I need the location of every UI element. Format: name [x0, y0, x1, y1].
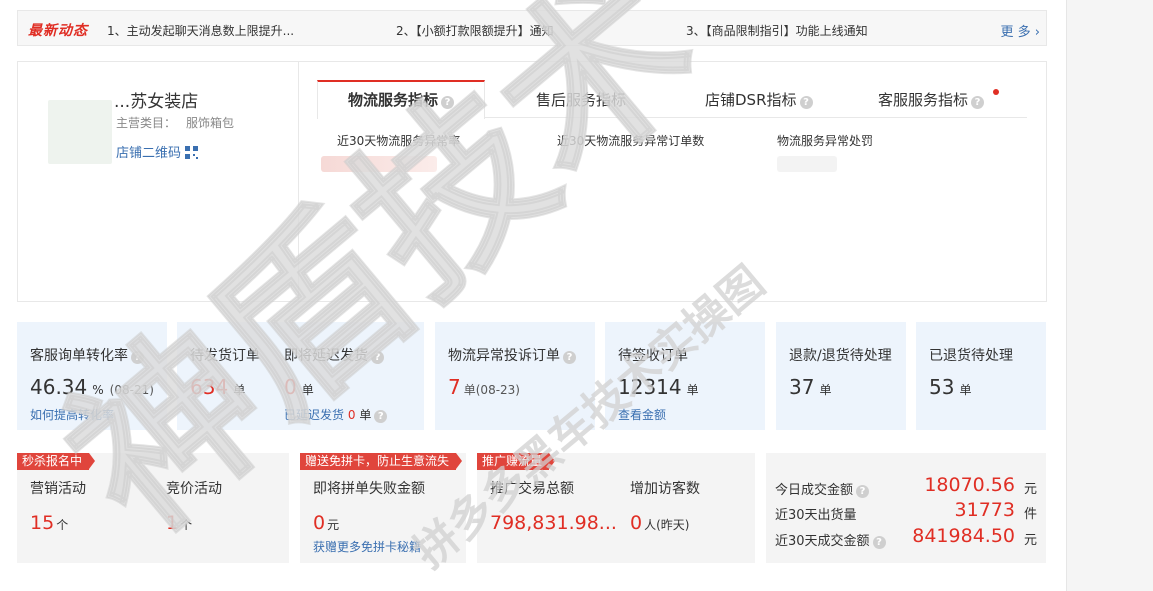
returned-value[interactable]: 53 单: [929, 375, 971, 399]
news-item-3[interactable]: 3、【商品限制指引】功能上线通知: [686, 22, 868, 39]
conversion-value: 46.34% (08-21): [30, 375, 154, 399]
refund-value[interactable]: 37 单: [789, 375, 831, 399]
help-icon[interactable]: ?: [371, 351, 384, 364]
card-summary: 今日成交金额? 18070.56 元 近30天出货量 31773 件 近30天成交金额?…: [766, 453, 1046, 563]
view-amount-link[interactable]: 查看金额: [618, 406, 666, 423]
visitors-label: 增加访客数: [630, 481, 700, 497]
to-sign-value[interactable]: 12314 单: [618, 375, 699, 399]
card-group-fail: 赠送免拼卡，防止生意流失 即将拼单失败金额 0元 获赠更多免拼卡秘籍: [300, 453, 466, 563]
promo-gmv-label: 推广交易总额: [490, 481, 574, 497]
tab-aftersale[interactable]: 售后服务指标: [536, 80, 626, 118]
card-title: 物流异常投诉订单?: [448, 345, 576, 365]
free-card-tips-link[interactable]: 获赠更多免拼卡秘籍: [313, 538, 421, 555]
visitors-value[interactable]: 0 人(昨天): [630, 512, 689, 534]
tab-customer-service[interactable]: 客服服务指标?: [878, 80, 985, 118]
marketing-value[interactable]: 15 个: [30, 512, 68, 534]
metric-penalty: 物流服务异常处罚: [777, 134, 874, 148]
group-fail-value[interactable]: 0元: [313, 512, 339, 534]
group-fail-label: 即将拼单失败金额: [313, 481, 425, 497]
delay-ship-value[interactable]: 0单: [284, 375, 314, 399]
bidding-value[interactable]: 1个: [166, 512, 192, 534]
news-item-1[interactable]: 1、主动发起聊天消息数上限提升...: [107, 22, 294, 39]
card-title[interactable]: 即将延迟发货?: [284, 345, 384, 365]
promo-ribbon[interactable]: 推广赚流量: [477, 453, 556, 470]
card-title: 退款/退货待处理: [789, 348, 892, 364]
help-icon[interactable]: ?: [131, 351, 144, 364]
complaint-value[interactable]: 7 单(08-23): [448, 375, 520, 399]
improve-conversion-link[interactable]: 如何提高转化率: [30, 406, 114, 423]
today-gmv-row: 今日成交金额? 18070.56 元: [775, 474, 1037, 498]
card-title: 已退货待处理: [929, 348, 1013, 364]
category-label: 主营类目：: [116, 116, 177, 130]
metric-value-blurred: [777, 156, 837, 172]
marketing-label: 营销活动: [30, 481, 86, 497]
tab-dsr-label: 店铺DSR指标: [705, 91, 797, 109]
delayed-ship-link[interactable]: 已延迟发货 0 单?: [284, 406, 388, 423]
card-complaint: 物流异常投诉订单? 7 单(08-23): [435, 322, 595, 430]
tab-dsr[interactable]: 店铺DSR指标?: [705, 80, 813, 118]
help-icon[interactable]: ?: [799, 96, 813, 109]
news-badge: 最新动态: [28, 23, 88, 39]
indicator-tabs: 物流服务指标? 售后服务指标 店铺DSR指标? 客服服务指标?: [317, 80, 1027, 119]
help-icon[interactable]: ?: [872, 536, 886, 549]
card-promotion: 推广赚流量 推广交易总额 798,831.98... 增加访客数 0 人(昨天): [477, 453, 755, 563]
flash-ribbon[interactable]: 秒杀报名中: [17, 453, 96, 470]
card-title[interactable]: 待发货订单: [190, 345, 260, 365]
metric-abnormal-rate: 近30天物流服务异常率: [337, 134, 461, 148]
free-card-ribbon[interactable]: 赠送免拼卡，防止生意流失: [300, 453, 463, 470]
gmv-30d-row: 近30天成交金额? 841984.50 元: [775, 525, 1037, 549]
card-title: 客服询单转化率?: [30, 345, 144, 365]
help-icon[interactable]: ?: [856, 485, 870, 498]
shop-info: ...苏女装店 主营类目： 服饰箱包 店铺二维码: [18, 62, 299, 301]
card-conversion: 客服询单转化率? 46.34% (08-21) 如何提高转化率: [17, 322, 167, 430]
shipments-30d-row: 近30天出货量 31773 件: [775, 499, 1037, 523]
shop-category: 主营类目： 服饰箱包: [116, 114, 234, 131]
right-scroll-rail: [1066, 0, 1153, 591]
tab-logistics-label: 物流服务指标: [348, 91, 439, 109]
tab-logistics[interactable]: 物流服务指标?: [317, 80, 486, 119]
card-refund: 退款/退货待处理 37 单: [776, 322, 906, 430]
help-icon[interactable]: ?: [374, 410, 388, 423]
metric-value-blurred: [321, 156, 437, 172]
qr-link-label: 店铺二维码: [116, 146, 182, 161]
card-returned: 已退货待处理 53 单: [916, 322, 1046, 430]
promo-gmv-value[interactable]: 798,831.98...: [490, 512, 617, 534]
metric-abnormal-orders: 近30天物流服务异常订单数: [557, 134, 705, 148]
bidding-label: 竞价活动: [166, 481, 222, 497]
news-more-link[interactable]: 更 多 ›: [1001, 21, 1040, 40]
tab-aftersale-label: 售后服务指标: [536, 91, 627, 109]
dashboard-page: 最新动态 1、主动发起聊天消息数上限提升... 2、【小额打款限额提升】通知 3…: [0, 0, 1153, 591]
tab-cs-label: 客服服务指标: [878, 91, 969, 109]
category-value: 服饰箱包: [186, 116, 235, 130]
card-to-sign: 待签收订单 12314 单 查看金额: [605, 322, 765, 430]
shop-name: ...苏女装店: [114, 92, 199, 112]
notification-dot: [993, 89, 999, 95]
shop-logo: [48, 100, 112, 164]
news-item-2[interactable]: 2、【小额打款限额提升】通知: [396, 22, 554, 39]
news-bar: 最新动态 1、主动发起聊天消息数上限提升... 2、【小额打款限额提升】通知 3…: [17, 10, 1047, 46]
card-flash-sale: 秒杀报名中 营销活动 15 个 竞价活动 1个: [17, 453, 289, 563]
shop-qr-link[interactable]: 店铺二维码: [116, 142, 199, 161]
shop-panel: ...苏女装店 主营类目： 服饰箱包 店铺二维码 物流服务指标? 售后服务指标 店…: [17, 61, 1047, 302]
help-icon[interactable]: ?: [441, 96, 455, 109]
card-title: 待签收订单: [618, 348, 688, 364]
help-icon[interactable]: ?: [971, 96, 985, 109]
card-shipping: 待发货订单 634 单 即将延迟发货? 0单 已延迟发货 0 单?: [177, 322, 424, 430]
pending-ship-value[interactable]: 634 单: [190, 375, 245, 399]
qr-code-icon: [185, 146, 199, 159]
help-icon[interactable]: ?: [563, 351, 576, 364]
